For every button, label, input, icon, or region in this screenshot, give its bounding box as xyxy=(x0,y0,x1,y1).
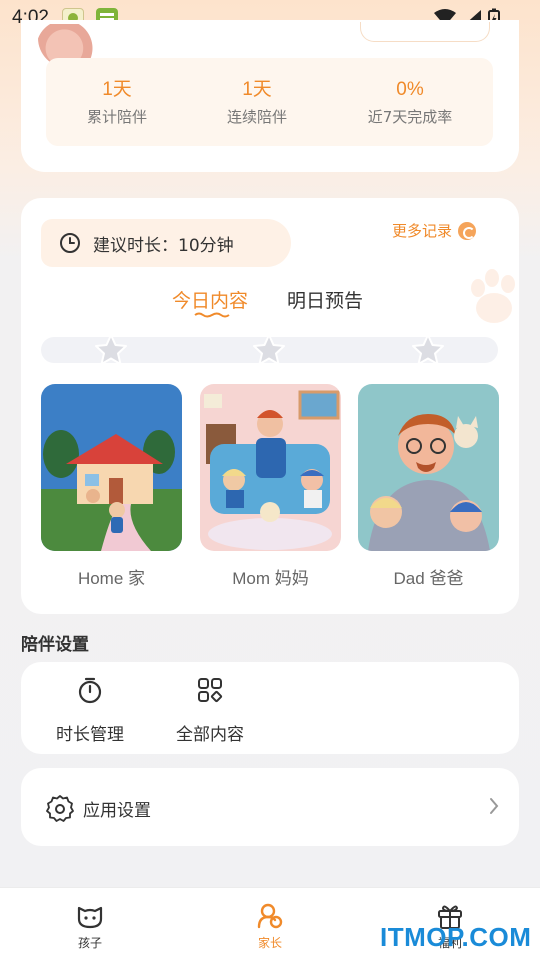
content-item-label: Mom 妈妈 xyxy=(232,569,309,588)
stat-value: 1天 xyxy=(102,79,132,100)
parent-icon xyxy=(257,903,283,929)
clock-icon xyxy=(60,233,80,253)
content-item-mom[interactable] xyxy=(200,384,341,551)
content-item-dad[interactable] xyxy=(358,384,499,551)
content-item-label: Home 家 xyxy=(77,569,146,588)
duration-hint-chip: 建议时长：10分钟 xyxy=(41,219,291,267)
section-title: 陪伴设置 xyxy=(21,635,89,655)
all-content-button[interactable]: 全部内容 xyxy=(150,676,270,745)
stat-label: 近7天完成率 xyxy=(367,108,453,126)
stats-box: 1天 累计陪伴 1天 连续陪伴 0% 近7天完成率 xyxy=(46,58,493,146)
content-item-label: Dad 爸爸 xyxy=(393,569,464,588)
chevron-right-icon xyxy=(490,798,499,814)
content-tabs: 今日内容 明日预告 xyxy=(0,286,540,320)
more-records-button[interactable]: 更多记录 xyxy=(392,220,477,241)
app-settings-row[interactable]: 应用设置 xyxy=(21,768,519,846)
nav-parent[interactable]: 家长 xyxy=(230,902,310,951)
watermark: ITMOP.COM xyxy=(380,922,532,952)
grid-icon xyxy=(198,678,223,703)
duration-manage-label: 时长管理 xyxy=(56,725,124,745)
stat-completion-rate: 0% 近7天完成率 xyxy=(335,78,485,127)
content-item-home[interactable] xyxy=(41,384,182,551)
duration-hint-text: 建议时长：10分钟 xyxy=(93,235,234,256)
star-icon xyxy=(412,334,444,365)
nav-parent-label: 家长 xyxy=(257,936,282,950)
stat-label: 连续陪伴 xyxy=(226,108,287,126)
stat-value: 0% xyxy=(396,79,424,100)
nav-child-label: 孩子 xyxy=(77,936,102,950)
timer-icon xyxy=(78,677,102,704)
tab-tomorrow[interactable]: 明日预告 xyxy=(287,286,363,313)
stat-consecutive-days: 1天 连续陪伴 xyxy=(182,78,332,127)
stat-label: 累计陪伴 xyxy=(86,108,147,126)
gear-icon xyxy=(46,795,74,822)
all-content-label: 全部内容 xyxy=(176,725,244,745)
more-records-label: 更多记录 xyxy=(392,222,453,240)
home-illustration xyxy=(41,384,182,551)
stat-total-days: 1天 累计陪伴 xyxy=(42,78,192,127)
mom-illustration xyxy=(200,384,341,551)
dad-illustration xyxy=(358,384,499,551)
more-records-icon xyxy=(458,221,477,240)
star-icon xyxy=(253,334,285,365)
header-pill xyxy=(360,22,490,42)
star-icon xyxy=(95,334,127,365)
app-settings-label: 应用设置 xyxy=(83,801,151,821)
tab-today[interactable]: 今日内容 xyxy=(172,286,248,313)
tab-active-underline xyxy=(194,312,230,318)
nav-child[interactable]: 孩子 xyxy=(50,902,130,951)
cat-face-icon xyxy=(77,906,103,929)
stat-value: 1天 xyxy=(242,79,272,100)
duration-manage-button[interactable]: 时长管理 xyxy=(30,676,150,745)
